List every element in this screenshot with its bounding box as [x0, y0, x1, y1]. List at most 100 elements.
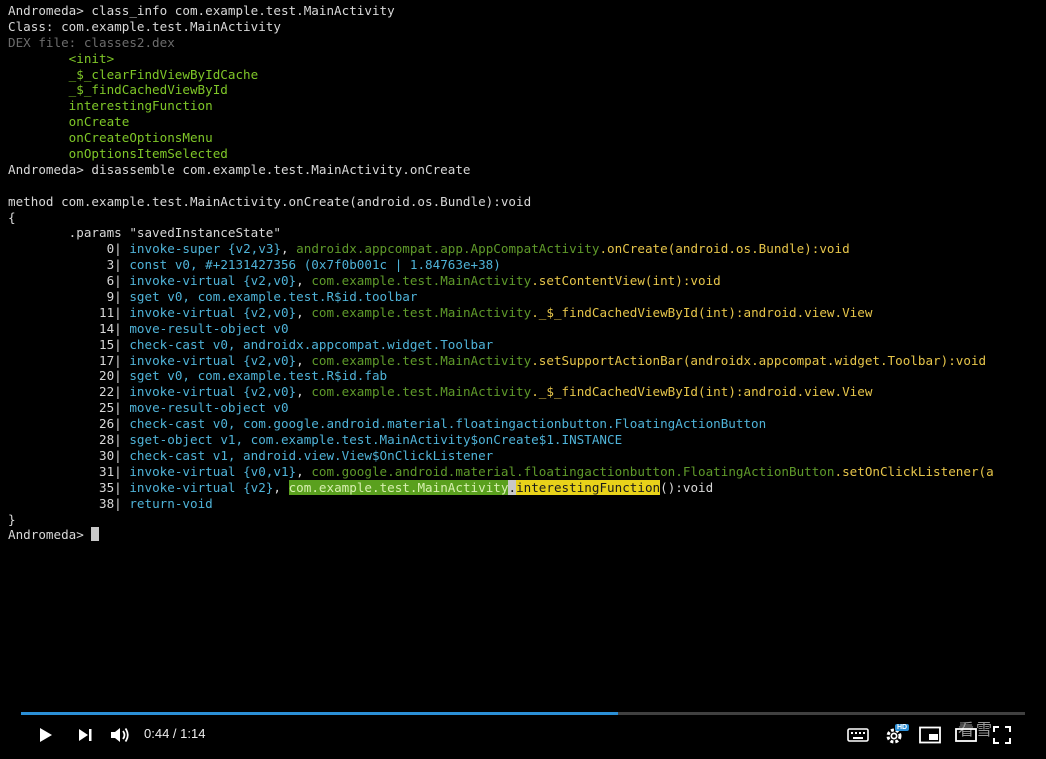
terminal-text: 20|: [8, 368, 130, 384]
terminal-text: invoke-super: [129, 241, 228, 257]
terminal-line: onCreate: [8, 114, 1032, 130]
terminal-text: com.example.test.MainActivity: [311, 352, 532, 368]
terminal-text: ,: [273, 479, 289, 495]
terminal-text: check-cast v0, com.google.android.materi…: [129, 416, 767, 432]
terminal-text: 0|: [8, 241, 130, 257]
player-controls: 0:44 / 1:14 HD: [0, 718, 1046, 754]
terminal-text: 31|: [8, 463, 130, 479]
terminal-line: 30| check-cast v1, android.view.View$OnC…: [8, 448, 1032, 464]
terminal-text: {v2,v0}: [243, 304, 297, 320]
terminal-text: 22|: [8, 384, 130, 400]
terminal-text: sget-object v1, com.example.test.MainAct…: [129, 432, 623, 448]
terminal-text: androidx.appcompat.app.AppCompatActivity: [296, 241, 600, 257]
terminal-line: Andromeda> disassemble com.example.test.…: [8, 162, 1032, 178]
miniplayer-icon: [919, 726, 941, 744]
terminal-text: DEX file: classes2.dex: [8, 34, 175, 50]
keyboard-shortcuts-button[interactable]: [844, 718, 872, 752]
terminal-text: com.example.test.MainActivity: [311, 273, 532, 289]
terminal-text: 28|: [8, 432, 130, 448]
terminal-line: <init>: [8, 51, 1032, 67]
terminal-text: interestingFunction: [8, 98, 213, 114]
terminal-text: invoke-virtual: [129, 304, 244, 320]
terminal-text: {v2,v0}: [243, 273, 297, 289]
settings-button[interactable]: HD: [880, 718, 910, 752]
play-button[interactable]: [30, 718, 60, 752]
terminal-text: 9|: [8, 289, 130, 305]
terminal-text: sget v0, com.example.test.R$id.fab: [129, 368, 388, 384]
terminal-text: sget v0, com.example.test.R$id.toolbar: [129, 289, 418, 305]
terminal-text: move-result-object v0: [129, 320, 289, 336]
terminal-line: 6| invoke-virtual {v2,v0}, com.example.t…: [8, 273, 1032, 289]
terminal-text: 3|: [8, 257, 130, 273]
terminal-text: 26|: [8, 416, 130, 432]
terminal-line: _$_findCachedViewById: [8, 82, 1032, 98]
terminal-text: 11|: [8, 304, 130, 320]
terminal-text: check-cast v1, android.view.View$OnClick…: [129, 447, 494, 463]
terminal-text: 14|: [8, 320, 130, 336]
play-icon: [40, 728, 52, 742]
fullscreen-icon: [993, 726, 1011, 744]
terminal-text: com.example.test.MainActivity: [311, 304, 532, 320]
terminal-line: Andromeda>: [8, 527, 1032, 543]
progress-bar[interactable]: [21, 712, 1025, 715]
terminal-text: com.example.test.MainActivity: [311, 384, 532, 400]
terminal-line: 0| invoke-super {v2,v3}, androidx.appcom…: [8, 241, 1032, 257]
terminal-text: <init>: [8, 50, 115, 66]
terminal-text: {v2}: [243, 479, 274, 495]
terminal-line: 17| invoke-virtual {v2,v0}, com.example.…: [8, 353, 1032, 369]
terminal-text: {v2,v0}: [243, 384, 297, 400]
terminal-text: .onCreate(android.os.Bundle):void: [599, 241, 850, 257]
terminal-text: }: [8, 511, 16, 527]
volume-button[interactable]: [106, 718, 134, 752]
terminal-line: method com.example.test.MainActivity.onC…: [8, 194, 1032, 210]
time-display: 0:44 / 1:14: [144, 726, 206, 741]
terminal-text: ,: [296, 304, 312, 320]
terminal-line: 15| check-cast v0, androidx.appcompat.wi…: [8, 337, 1032, 353]
terminal-text: ():void: [660, 479, 714, 495]
terminal-line: 9| sget v0, com.example.test.R$id.toolba…: [8, 289, 1032, 305]
terminal-line: 38| return-void: [8, 496, 1032, 512]
terminal-line: Class: com.example.test.MainActivity: [8, 19, 1032, 35]
volume-icon: [111, 727, 129, 743]
terminal-text: .setSupportActionBar(androidx.appcompat.…: [531, 352, 987, 368]
next-button[interactable]: [70, 718, 100, 752]
terminal-line: 28| sget-object v1, com.example.test.Mai…: [8, 432, 1032, 448]
terminal-line: 20| sget v0, com.example.test.R$id.fab: [8, 368, 1032, 384]
terminal-text: Andromeda> disassemble com.example.test.…: [8, 161, 471, 177]
terminal-text: invoke-virtual: [129, 384, 244, 400]
terminal-text: 30|: [8, 447, 130, 463]
terminal-text: 15|: [8, 336, 130, 352]
terminal-line: 31| invoke-virtual {v0,v1}, com.google.a…: [8, 464, 1032, 480]
terminal-cursor: [91, 527, 100, 542]
terminal-text: {: [8, 209, 16, 225]
terminal-text: .setContentView(int):void: [531, 273, 721, 289]
terminal-line: _$_clearFindViewByIdCache: [8, 67, 1032, 83]
terminal-text: invoke-virtual: [129, 463, 244, 479]
terminal-text: ,: [296, 463, 312, 479]
terminal-text: _$_findCachedViewById: [8, 82, 228, 98]
terminal-text: 6|: [8, 273, 130, 289]
terminal-line: onOptionsItemSelected: [8, 146, 1032, 162]
hd-badge: HD: [895, 724, 910, 731]
terminal-text: invoke-virtual: [129, 273, 244, 289]
terminal-text: 17|: [8, 352, 130, 368]
terminal-text: 25|: [8, 400, 130, 416]
terminal-text: {v0,v1}: [243, 463, 297, 479]
terminal-text: onCreateOptionsMenu: [8, 130, 213, 146]
next-icon: [79, 729, 92, 741]
terminal-text: onCreate: [8, 114, 130, 130]
terminal-text: invoke-virtual: [129, 479, 244, 495]
miniplayer-button[interactable]: [916, 718, 944, 752]
terminal-text: ,: [296, 384, 312, 400]
terminal-output: Andromeda> class_info com.example.test.M…: [8, 3, 1032, 543]
terminal-line: DEX file: classes2.dex: [8, 35, 1032, 51]
terminal-line: 11| invoke-virtual {v2,v0}, com.example.…: [8, 305, 1032, 321]
terminal-line: 35| invoke-virtual {v2}, com.example.tes…: [8, 479, 1032, 496]
terminal-line: interestingFunction: [8, 98, 1032, 114]
terminal-text: return-void: [129, 495, 213, 511]
video-frame[interactable]: Andromeda> class_info com.example.test.M…: [8, 0, 1032, 704]
terminal-line: }: [8, 512, 1032, 528]
terminal-text: Andromeda>: [8, 527, 92, 543]
terminal-text: com.example.test.MainActivity: [288, 479, 509, 495]
terminal-text: 35|: [8, 479, 130, 495]
